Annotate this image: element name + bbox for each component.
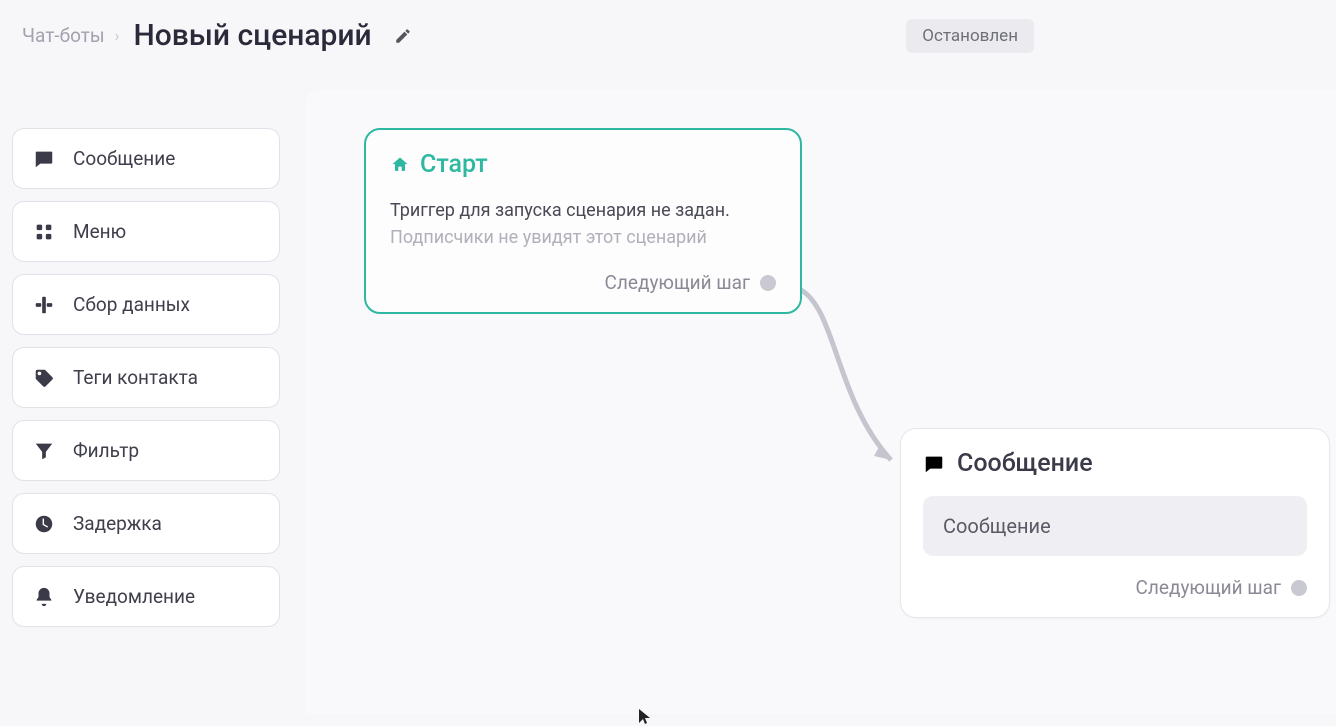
node-start-header: Старт: [390, 150, 776, 179]
palette-item-message[interactable]: Сообщение: [12, 128, 280, 189]
palette-item-delay[interactable]: Задержка: [12, 493, 280, 554]
tool-palette: Сообщение Меню Сбор данных Теги контакта…: [12, 128, 280, 627]
status-badge[interactable]: Остановлен: [906, 19, 1034, 53]
next-step-label: Следующий шаг: [1136, 576, 1281, 599]
output-port[interactable]: [760, 275, 776, 291]
node-message[interactable]: Сообщение Сообщение Следующий шаг: [900, 428, 1330, 618]
palette-item-filter[interactable]: Фильтр: [12, 420, 280, 481]
node-start-next-step[interactable]: Следующий шаг: [390, 271, 776, 294]
edit-title-button[interactable]: [394, 27, 412, 45]
next-step-label: Следующий шаг: [605, 271, 750, 294]
palette-item-label: Уведомление: [73, 585, 195, 608]
mouse-cursor-icon: [638, 708, 652, 726]
message-icon: [923, 453, 945, 475]
node-message-title: Сообщение: [957, 449, 1093, 478]
palette-item-label: Задержка: [73, 512, 162, 535]
palette-item-label: Сообщение: [73, 147, 175, 170]
clock-icon: [33, 513, 55, 535]
funnel-icon: [33, 440, 55, 462]
grid-icon: [33, 221, 55, 243]
palette-item-label: Теги контакта: [73, 366, 198, 389]
node-start-title: Старт: [420, 150, 488, 179]
bell-icon: [33, 586, 55, 608]
node-start-subtext: Подписчики не увидят этот сценарий: [390, 224, 776, 251]
header: Чат-боты › Новый сценарий Остановлен: [0, 0, 1336, 77]
node-message-body[interactable]: Сообщение: [923, 496, 1307, 556]
home-icon: [390, 155, 410, 175]
palette-item-contact-tags[interactable]: Теги контакта: [12, 347, 280, 408]
flow-canvas[interactable]: Старт Триггер для запуска сценария не за…: [306, 90, 1336, 714]
node-start[interactable]: Старт Триггер для запуска сценария не за…: [364, 128, 802, 314]
palette-item-label: Сбор данных: [73, 293, 190, 316]
data-icon: [33, 294, 55, 316]
output-port[interactable]: [1291, 580, 1307, 596]
palette-item-label: Меню: [73, 220, 126, 243]
page-title: Новый сценарий: [133, 18, 371, 53]
tag-icon: [33, 367, 55, 389]
pencil-icon: [394, 27, 412, 45]
breadcrumb-separator: ›: [115, 26, 120, 45]
palette-item-data-collection[interactable]: Сбор данных: [12, 274, 280, 335]
palette-item-notification[interactable]: Уведомление: [12, 566, 280, 627]
node-message-next-step[interactable]: Следующий шаг: [923, 576, 1307, 599]
palette-item-menu[interactable]: Меню: [12, 201, 280, 262]
palette-item-label: Фильтр: [73, 439, 139, 462]
node-message-header: Сообщение: [923, 449, 1307, 478]
node-start-text: Триггер для запуска сценария не задан.: [390, 197, 776, 224]
breadcrumb-link[interactable]: Чат-боты: [22, 24, 105, 47]
message-icon: [33, 148, 55, 170]
